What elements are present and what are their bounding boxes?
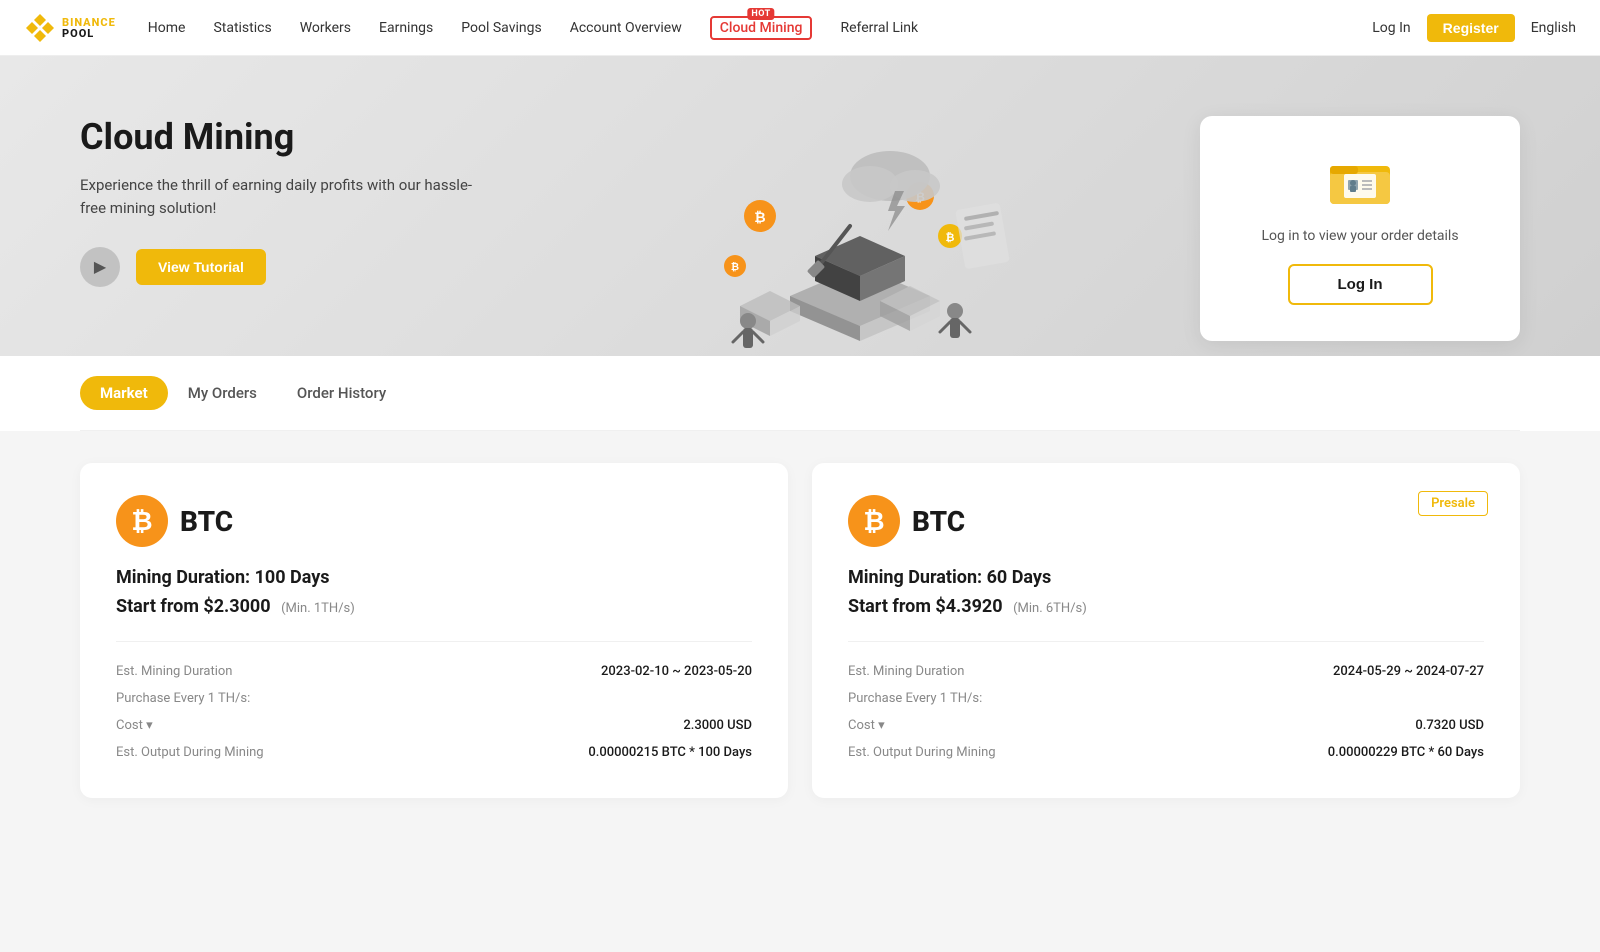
hero-actions: ▶ View Tutorial xyxy=(80,247,480,287)
coin-symbol-2: BTC xyxy=(912,505,965,538)
nav-pool-savings[interactable]: Pool Savings xyxy=(461,20,541,36)
card-icon-area xyxy=(1240,152,1480,208)
nav-earnings[interactable]: Earnings xyxy=(379,20,433,36)
svg-text:₿: ₿ xyxy=(754,210,765,226)
card-2-header: ₿ BTC xyxy=(848,495,1484,547)
svg-text:₿: ₿ xyxy=(731,261,739,273)
login-link[interactable]: Log In xyxy=(1372,20,1410,36)
tab-order-history[interactable]: Order History xyxy=(277,376,406,410)
start-from-1: Start from $2.3000 (Min. 1TH/s) xyxy=(116,596,752,617)
card-1-details: Est. Mining Duration 2023-02-10 ~ 2023-0… xyxy=(116,641,752,766)
tab-market[interactable]: Market xyxy=(80,376,168,410)
mining-card-1[interactable]: ₿ BTC Mining Duration: 100 Days Start fr… xyxy=(80,463,788,798)
card-1-header: ₿ BTC xyxy=(116,495,752,547)
play-icon: ▶ xyxy=(94,257,106,277)
nav-statistics[interactable]: Statistics xyxy=(213,20,271,36)
hero-subtitle: Experience the thrill of earning daily p… xyxy=(80,174,480,219)
tabs-section: Market My Orders Order History xyxy=(0,356,1600,431)
navbar: BINANCE POOL Home Statistics Workers Ear… xyxy=(0,0,1600,56)
presale-badge: Presale xyxy=(1418,491,1488,516)
detail-row-1-3: Est. Output During Mining 0.00000215 BTC… xyxy=(116,739,752,766)
detail-row-1-2: Cost ▾ 2.3000 USD xyxy=(116,712,752,739)
logo-top-text: BINANCE xyxy=(62,17,116,28)
detail-row-2-2: Cost ▾ 0.7320 USD xyxy=(848,712,1484,739)
register-button[interactable]: Register xyxy=(1427,14,1515,42)
detail-row-2-3: Est. Output During Mining 0.00000229 BTC… xyxy=(848,739,1484,766)
hero-illustration: ₿ ₿ ₿ ₿ xyxy=(500,96,1180,356)
nav-cloud-mining[interactable]: HOT Cloud Mining xyxy=(710,16,813,40)
nav-home[interactable]: Home xyxy=(148,20,186,36)
logo[interactable]: BINANCE POOL xyxy=(24,12,116,44)
mining-card-2[interactable]: Presale ₿ BTC Mining Duration: 60 Days S… xyxy=(812,463,1520,798)
detail-row-1-0: Est. Mining Duration 2023-02-10 ~ 2023-0… xyxy=(116,658,752,685)
detail-row-2-1: Purchase Every 1 TH/s: xyxy=(848,685,1484,712)
hero-title: Cloud Mining xyxy=(80,116,480,158)
card-description-text: Log in to view your order details xyxy=(1240,228,1480,244)
coin-symbol-1: BTC xyxy=(180,505,233,538)
logo-bot-text: POOL xyxy=(62,28,116,39)
card-login-button[interactable]: Log In xyxy=(1288,264,1433,305)
iso-scene: ₿ ₿ ₿ ₿ xyxy=(660,136,1020,356)
nav-links: Home Statistics Workers Earnings Pool Sa… xyxy=(148,16,1373,40)
hero-section: Cloud Mining Experience the thrill of ea… xyxy=(0,56,1600,356)
nav-referral-link[interactable]: Referral Link xyxy=(840,20,918,36)
play-button[interactable]: ▶ xyxy=(80,247,120,287)
iso-svg: ₿ ₿ ₿ ₿ xyxy=(660,136,1020,356)
nav-right: Log In Register English xyxy=(1372,14,1576,42)
card-2-details: Est. Mining Duration 2024-05-29 ~ 2024-0… xyxy=(848,641,1484,766)
tabs-bar: Market My Orders Order History xyxy=(80,356,1520,431)
language-selector[interactable]: English xyxy=(1531,20,1576,36)
detail-row-2-0: Est. Mining Duration 2024-05-29 ~ 2024-0… xyxy=(848,658,1484,685)
nav-workers[interactable]: Workers xyxy=(300,20,351,36)
view-tutorial-button[interactable]: View Tutorial xyxy=(136,249,266,285)
mining-duration-1: Mining Duration: 100 Days xyxy=(116,567,752,588)
tab-my-orders[interactable]: My Orders xyxy=(168,376,277,410)
btc-coin-icon-1: ₿ xyxy=(116,495,168,547)
mining-duration-2: Mining Duration: 60 Days xyxy=(848,567,1484,588)
cards-section: ₿ BTC Mining Duration: 100 Days Start fr… xyxy=(0,431,1600,830)
nav-account-overview[interactable]: Account Overview xyxy=(570,20,682,36)
svg-text:₿: ₿ xyxy=(946,231,955,244)
detail-row-1-1: Purchase Every 1 TH/s: xyxy=(116,685,752,712)
hero-login-card: Log in to view your order details Log In xyxy=(1200,116,1520,341)
start-from-2: Start from $4.3920 (Min. 6TH/s) xyxy=(848,596,1484,617)
hot-badge: HOT xyxy=(747,8,774,20)
btc-coin-icon-2: ₿ xyxy=(848,495,900,547)
hero-left: Cloud Mining Experience the thrill of ea… xyxy=(80,96,480,287)
cards-grid: ₿ BTC Mining Duration: 100 Days Start fr… xyxy=(80,463,1520,798)
card-folder-icon xyxy=(1326,152,1394,208)
